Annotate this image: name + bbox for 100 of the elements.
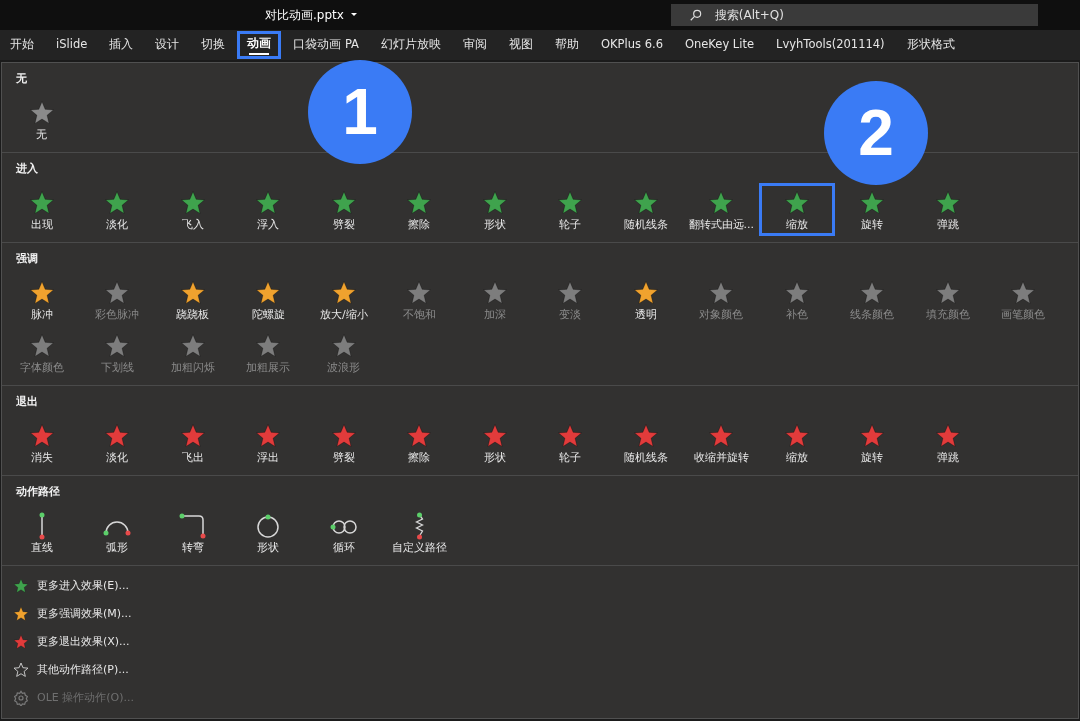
star-icon [632, 423, 659, 449]
star-icon [708, 423, 735, 449]
animation-effect[interactable]: 劈裂 [306, 183, 382, 236]
ribbon-tab[interactable]: LvyhTools(201114) [766, 31, 895, 59]
star-icon [28, 423, 55, 449]
effect-label: 波浪形 [327, 361, 361, 375]
star-icon [934, 280, 961, 306]
star-icon [557, 280, 584, 306]
effect-label: 加深 [483, 308, 506, 322]
star-icon [255, 333, 282, 359]
animation-effect[interactable]: 轮子 [532, 416, 608, 469]
selected-tab-underline [249, 53, 270, 56]
menu-item[interactable]: 其他动作路径(P)... [2, 656, 1078, 684]
search-field[interactable]: 搜索(Alt+Q) [670, 4, 1038, 26]
star-icon [934, 423, 961, 449]
ribbon-tab[interactable]: 口袋动画 PA [283, 31, 369, 59]
animation-effect[interactable]: 淡化 [79, 183, 155, 236]
animation-effect[interactable]: 擦除 [381, 416, 457, 469]
animation-effect[interactable]: 随机线条 [608, 416, 684, 469]
animation-effect[interactable]: 直线 [4, 506, 80, 559]
star-icon [557, 190, 584, 216]
menu-item[interactable]: 更多进入效果(E)... [2, 572, 1078, 600]
ribbon-tab[interactable]: 设计 [145, 31, 190, 59]
star-icon [406, 423, 433, 449]
star-icon [481, 423, 508, 449]
animation-effect[interactable]: 透明 [608, 273, 684, 326]
section-title: 无 [15, 71, 28, 87]
animation-effect[interactable]: 旋转 [834, 183, 910, 236]
caret-icon [349, 12, 358, 18]
star-icon [783, 190, 810, 216]
star-icon [13, 634, 29, 650]
animation-effect[interactable]: 形状 [230, 506, 306, 559]
effect-label: 自定义路径 [391, 541, 447, 555]
animation-effect[interactable]: 擦除 [381, 183, 457, 236]
star-icon [783, 280, 810, 306]
animation-effect[interactable]: 无 [4, 93, 80, 146]
effect-label: 缩放 [785, 451, 808, 465]
animation-effect[interactable]: 弧形 [79, 506, 155, 559]
animation-effect[interactable]: 弹跳 [910, 416, 986, 469]
ribbon-tab[interactable]: 切换 [191, 31, 236, 59]
ribbon-tab[interactable]: 开始 [0, 31, 44, 59]
animation-effect[interactable]: 自定义路径 [381, 506, 457, 559]
ribbon-tab[interactable]: iSlide [46, 31, 98, 59]
effect-label: 弹跳 [936, 218, 959, 232]
effect-label: 跷跷板 [176, 308, 210, 322]
animation-effect[interactable]: 收缩并旋转 [683, 416, 759, 469]
ribbon-tab[interactable]: OneKey Lite [674, 31, 765, 59]
animation-effect[interactable]: 翻转式由远... [683, 183, 759, 236]
animation-effect[interactable]: 转弯 [155, 506, 231, 559]
animation-effect[interactable]: 缩放 [759, 183, 835, 236]
star-icon [28, 333, 55, 359]
effect-label: 擦除 [408, 218, 431, 232]
animation-effect[interactable]: 陀螺旋 [230, 273, 306, 326]
ribbon-tab[interactable]: 形状格式 [896, 31, 965, 59]
animation-effect[interactable]: 放大/缩小 [306, 273, 382, 326]
animation-effect[interactable]: 形状 [457, 183, 533, 236]
effect-label: 直线 [30, 541, 53, 555]
animation-effect[interactable]: 循环 [306, 506, 382, 559]
menu-item[interactable]: 更多强调效果(M)... [2, 600, 1078, 628]
star-icon [28, 280, 55, 306]
star-icon [934, 190, 961, 216]
star-icon [13, 578, 29, 594]
effect-label: 形状 [483, 451, 506, 465]
star-icon [330, 333, 357, 359]
ribbon-tab[interactable]: 动画 [237, 31, 282, 59]
animation-effect[interactable]: 形状 [457, 416, 533, 469]
animation-effect[interactable]: 脉冲 [4, 273, 80, 326]
animation-effect[interactable]: 飞出 [155, 416, 231, 469]
ribbon-tab[interactable]: 帮助 [545, 31, 589, 59]
animation-effect[interactable]: 淡化 [79, 416, 155, 469]
animation-effect[interactable]: 浮出 [230, 416, 306, 469]
ribbon-tab[interactable]: 幻灯片放映 [371, 31, 451, 59]
ribbon-tab[interactable]: 视图 [499, 31, 543, 59]
effect-label: 飞入 [181, 218, 204, 232]
effect-label: 翻转式由远... [688, 218, 754, 232]
animation-effect[interactable]: 弹跳 [910, 183, 986, 236]
ribbon-tab[interactable]: 插入 [99, 31, 144, 59]
effect-label: 画笔颜色 [1001, 308, 1046, 322]
effect-label: 彩色脉冲 [95, 308, 140, 322]
animation-effect[interactable]: 消失 [4, 416, 80, 469]
ribbon-tab[interactable]: OKPlus 6.6 [591, 31, 673, 59]
animation-effect[interactable]: 出现 [4, 183, 80, 236]
star-icon [632, 190, 659, 216]
effect-label: 收缩并旋转 [693, 451, 749, 465]
animation-effect[interactable]: 轮子 [532, 183, 608, 236]
animation-effect[interactable]: 跷跷板 [155, 273, 231, 326]
star-icon [179, 423, 206, 449]
animation-effect[interactable]: 随机线条 [608, 183, 684, 236]
animation-effect[interactable]: 飞入 [155, 183, 231, 236]
menu-item[interactable]: 更多退出效果(X)... [2, 628, 1078, 656]
effect-label: 填充颜色 [925, 308, 970, 322]
animation-effect[interactable]: 劈裂 [306, 416, 382, 469]
animation-effect[interactable]: 浮入 [230, 183, 306, 236]
animation-effect[interactable]: 缩放 [759, 416, 835, 469]
star-icon [481, 280, 508, 306]
animation-effect[interactable]: 旋转 [834, 416, 910, 469]
effect-label: 弧形 [106, 541, 129, 555]
ribbon-tab[interactable]: 审阅 [453, 31, 497, 59]
search-icon [688, 8, 703, 22]
star-icon [28, 190, 55, 216]
